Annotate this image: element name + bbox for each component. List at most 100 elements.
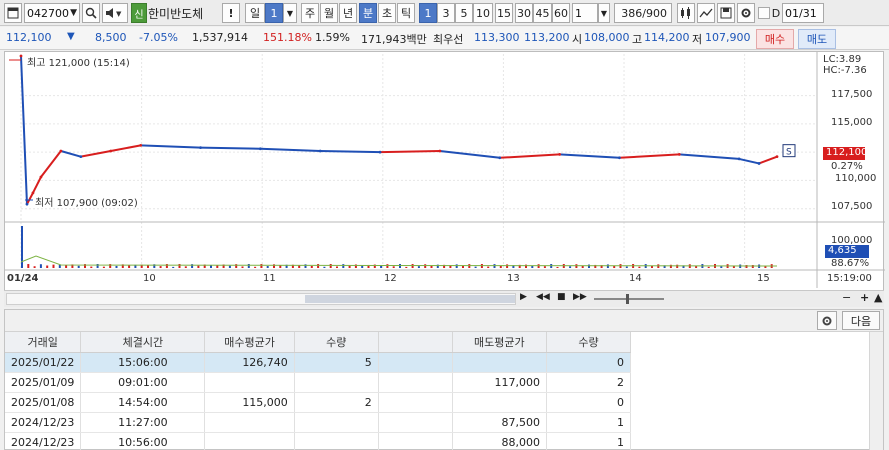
date-input[interactable]	[783, 4, 823, 22]
zoom-in-icon[interactable]: +	[860, 291, 869, 304]
zoom-slider-handle[interactable]	[626, 294, 629, 304]
interval-button-10[interactable]: 10	[473, 3, 493, 23]
current-price-pct: 0.27%	[831, 161, 863, 172]
window-menu-icon[interactable]	[4, 3, 22, 23]
rewind-icon[interactable]: ◀◀	[536, 292, 550, 302]
column-header[interactable]: 체결시간	[80, 332, 206, 353]
volume-bar	[159, 266, 162, 268]
volume-bar	[254, 266, 257, 268]
toolbar: ▼ ▼ 신 한미반도체 ! 일 1 ▼ 주 월 년 분 초 틱 13510153…	[0, 0, 889, 26]
volume-bar	[556, 266, 559, 268]
zoom-out-icon[interactable]: −	[842, 291, 851, 304]
volume-bar	[669, 264, 672, 268]
y-label-115000: 115,000	[831, 117, 873, 128]
volume-bar	[46, 265, 49, 268]
save-button[interactable]	[717, 3, 735, 23]
price-point	[25, 202, 29, 206]
chart-tools-button[interactable]	[677, 3, 695, 23]
x-label-14: 14	[629, 273, 642, 284]
date-checkbox[interactable]	[758, 7, 770, 19]
s-marker-label: S	[786, 148, 792, 158]
column-header[interactable]: 수량	[546, 332, 631, 353]
trend-icon	[699, 8, 713, 18]
sell-button[interactable]: 매도	[798, 29, 836, 49]
alert-button[interactable]: !	[222, 3, 240, 23]
interval-button-3[interactable]: 3	[437, 3, 455, 23]
date-field[interactable]	[782, 3, 824, 23]
interval-dropdown-icon[interactable]: ▼	[598, 3, 610, 23]
tab-second[interactable]: 초	[378, 3, 396, 23]
table-row[interactable]: 2025/01/08 14:54:00 115,000 2 0	[5, 392, 631, 413]
settings-button[interactable]	[737, 3, 755, 23]
tab-tick[interactable]: 틱	[397, 3, 415, 23]
cross-icon[interactable]: ▲	[874, 291, 882, 304]
table-row[interactable]: 2024/12/23 11:27:00 87,500 1	[5, 412, 631, 433]
count-field[interactable]: 386/900	[614, 3, 672, 23]
column-header[interactable]: 매도평균가	[452, 332, 548, 353]
interval-button-60[interactable]: 60	[552, 3, 570, 23]
table-cell: 5	[294, 352, 379, 373]
buy-button[interactable]: 매수	[756, 29, 794, 49]
volume-bar	[58, 264, 61, 268]
interval-input-field[interactable]	[572, 3, 598, 23]
price-point	[378, 150, 382, 154]
price-segment	[679, 153, 740, 160]
interval-input[interactable]	[573, 4, 597, 22]
chart-scrollbar[interactable]	[6, 293, 516, 305]
count-total: /900	[642, 6, 667, 20]
column-header[interactable]: 매수평균가	[204, 332, 295, 353]
trade-amount: 171,943백만	[361, 33, 427, 46]
interval-button-1[interactable]: 1	[419, 3, 437, 23]
price-segment	[380, 150, 440, 154]
period-dropdown-icon[interactable]: ▼	[283, 3, 297, 23]
table-row[interactable]: 2025/01/09 09:01:00 117,000 2	[5, 372, 631, 393]
zoom-slider[interactable]	[594, 298, 664, 300]
price-chart[interactable]: S 최고 121,000 (15:14) 최저 107,900 (09:02) …	[4, 51, 885, 308]
price-point	[79, 155, 83, 159]
trade-table: 거래일 체결시간 매수평균가 수량 매도평균가 수량 2025/01/22 15:06:00…	[5, 332, 631, 450]
column-header[interactable]	[378, 332, 453, 353]
open-price: 108,000	[584, 31, 630, 44]
volume-box: 4,635	[825, 245, 869, 258]
period-num-value[interactable]: 1	[265, 3, 283, 23]
volume-bar	[27, 264, 30, 268]
scroll-right-icon[interactable]: ▶	[520, 292, 527, 302]
tab-year[interactable]: 년	[339, 3, 357, 23]
dropdown-arrow-icon[interactable]: ▼	[70, 8, 79, 18]
table-scrollbar[interactable]	[869, 332, 883, 450]
volume-bar	[197, 265, 200, 268]
table-row[interactable]: 2024/12/23 10:56:00 88,000 1	[5, 432, 631, 450]
tab-week[interactable]: 주	[301, 3, 319, 23]
interval-button-30[interactable]: 30	[515, 3, 533, 23]
panel-settings-button[interactable]	[817, 311, 837, 330]
period-day-button[interactable]: 일	[245, 3, 265, 23]
table-cell: 15:06:00	[80, 352, 206, 373]
column-header[interactable]: 수량	[294, 332, 379, 353]
play-icon[interactable]: ▶▶	[573, 292, 587, 302]
price-point	[618, 156, 621, 160]
interval-button-15[interactable]: 15	[495, 3, 513, 23]
price-chart-canvas[interactable]: S	[5, 52, 885, 308]
stock-code-input[interactable]	[25, 4, 71, 22]
current-price-box: 112,100	[823, 147, 867, 160]
volume-bar	[172, 266, 175, 268]
table-cell: 2	[294, 392, 379, 413]
tab-month[interactable]: 월	[320, 3, 338, 23]
stop-icon[interactable]: ■	[557, 292, 566, 302]
next-button[interactable]: 다음	[842, 311, 880, 330]
indicator-button[interactable]	[697, 3, 715, 23]
tab-minute[interactable]: 분	[359, 3, 377, 23]
column-header[interactable]: 거래일	[5, 332, 82, 353]
sound-button[interactable]: ▼	[102, 3, 128, 23]
interval-button-45[interactable]: 45	[533, 3, 552, 23]
table-cell	[294, 372, 379, 393]
price-point	[258, 147, 262, 151]
table-cell: 14:54:00	[80, 392, 206, 413]
price-point	[199, 146, 202, 150]
stock-code-field[interactable]: ▼	[24, 3, 80, 23]
table-row[interactable]: 2025/01/22 15:06:00 126,740 5 0	[5, 352, 631, 373]
search-button[interactable]	[82, 3, 100, 23]
interval-button-5[interactable]: 5	[455, 3, 473, 23]
scrollbar-thumb[interactable]	[305, 295, 515, 303]
volume-bar	[266, 266, 269, 268]
